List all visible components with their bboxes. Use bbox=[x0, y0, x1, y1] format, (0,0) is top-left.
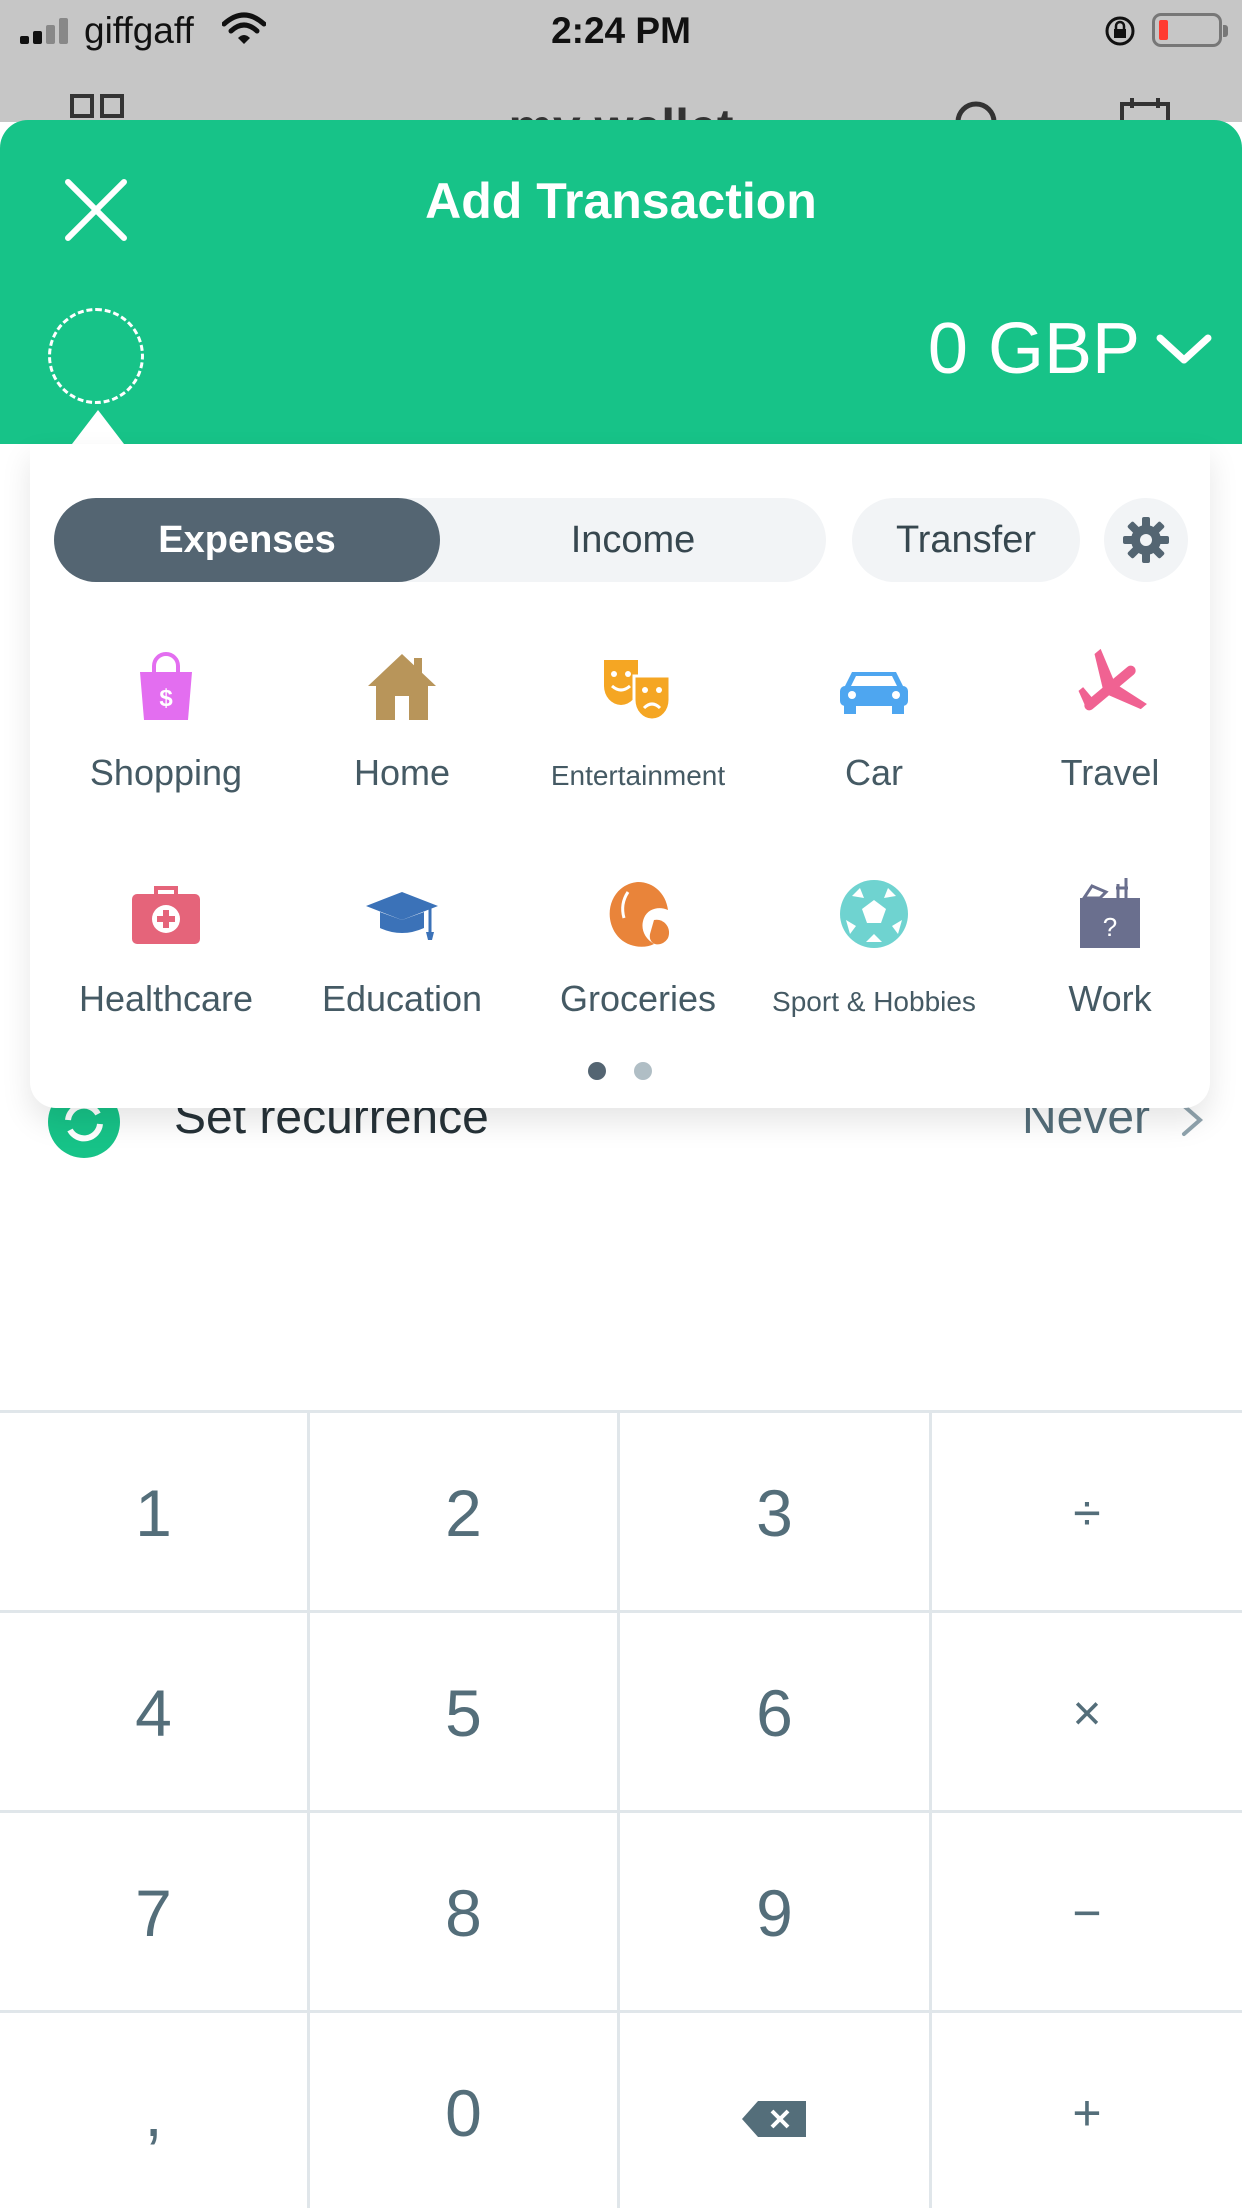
background-app-title: my wallet bbox=[0, 98, 1242, 122]
category-label: Travel bbox=[1060, 752, 1160, 793]
category-label: Groceries bbox=[559, 978, 717, 1019]
key-7[interactable]: 7 bbox=[0, 1813, 310, 2013]
key-2[interactable]: 2 bbox=[310, 1413, 620, 1613]
page-dot[interactable] bbox=[634, 1062, 653, 1080]
category-label: Work bbox=[1068, 978, 1152, 1019]
house-icon bbox=[368, 654, 436, 720]
popup-pointer bbox=[72, 410, 124, 444]
key-5[interactable]: 5 bbox=[310, 1613, 620, 1813]
category-label: Healthcare bbox=[78, 978, 254, 1019]
key-divide[interactable]: ÷ bbox=[932, 1413, 1242, 1613]
category-education[interactable]: Education bbox=[284, 874, 520, 1074]
category-sport-hobbies[interactable]: Sport & Hobbies bbox=[756, 874, 992, 1074]
category-label: Shopping bbox=[89, 752, 243, 793]
key-3[interactable]: 3 bbox=[620, 1413, 932, 1613]
soccer-ball-icon bbox=[840, 880, 908, 948]
battery-icon bbox=[1152, 13, 1228, 47]
category-car[interactable]: Car bbox=[756, 648, 992, 848]
background-app-header: my wallet bbox=[0, 62, 1242, 122]
chevron-down-icon bbox=[1156, 334, 1212, 364]
category-groceries[interactable]: Groceries bbox=[520, 874, 756, 1074]
page-indicator bbox=[30, 1062, 1210, 1085]
theater-masks-icon bbox=[604, 660, 672, 722]
amount-value: 0 GBP bbox=[927, 309, 1140, 389]
key-multiply[interactable]: × bbox=[932, 1613, 1242, 1813]
category-label: Entertainment bbox=[550, 760, 726, 791]
first-aid-kit-icon bbox=[132, 886, 200, 944]
key-8[interactable]: 8 bbox=[310, 1813, 620, 2013]
key-9[interactable]: 9 bbox=[620, 1813, 932, 2013]
tab-transfer[interactable]: Transfer bbox=[852, 498, 1080, 582]
key-6[interactable]: 6 bbox=[620, 1613, 932, 1813]
numeric-keypad: 123÷ 456× 789−,0⌫+ bbox=[0, 1410, 1242, 2208]
airplane-icon bbox=[1078, 648, 1147, 711]
svg-text:?: ? bbox=[1103, 912, 1117, 942]
gear-icon bbox=[1123, 517, 1169, 563]
category-shopping[interactable]: $ Shopping bbox=[48, 648, 284, 848]
tab-income[interactable]: Income bbox=[440, 498, 826, 582]
search-icon bbox=[955, 101, 997, 122]
key-1[interactable]: 1 bbox=[0, 1413, 310, 1613]
key-minus[interactable]: − bbox=[932, 1813, 1242, 2013]
shopping-bag-icon: $ bbox=[140, 652, 192, 720]
status-bar: giffgaff 2:24 PM bbox=[0, 0, 1242, 62]
category-travel[interactable]: Travel bbox=[992, 648, 1228, 848]
backspace-icon bbox=[741, 2100, 806, 2137]
amount-currency-selector[interactable]: 0 GBP bbox=[928, 308, 1212, 390]
key-0[interactable]: 0 bbox=[310, 2013, 620, 2208]
category-label: Sport & Hobbies bbox=[772, 986, 976, 1017]
key-comma[interactable]: , bbox=[0, 2013, 310, 2208]
category-work[interactable]: ? Work bbox=[992, 874, 1228, 1074]
rotation-lock-icon bbox=[1105, 16, 1135, 46]
category-home[interactable]: Home bbox=[284, 648, 520, 848]
car-icon bbox=[840, 672, 908, 714]
category-label: Car bbox=[844, 752, 903, 793]
add-transaction-header: Add Transaction 0 GBP bbox=[0, 120, 1242, 444]
category-selector-popup: Expenses Income Transfer $ Shopping Home… bbox=[30, 444, 1210, 1108]
category-healthcare[interactable]: Healthcare bbox=[48, 874, 284, 1074]
tab-expenses[interactable]: Expenses bbox=[54, 498, 440, 582]
graduation-cap-icon bbox=[366, 892, 438, 940]
transaction-type-toggle: Expenses Income bbox=[54, 498, 826, 582]
key-backspace[interactable]: ⌫ bbox=[620, 2013, 932, 2208]
page-title: Add Transaction bbox=[425, 173, 817, 229]
croissant-icon bbox=[609, 882, 670, 947]
category-picker-placeholder[interactable] bbox=[48, 308, 144, 404]
toolbox-icon: ? bbox=[1080, 878, 1140, 948]
key-plus[interactable]: + bbox=[932, 2013, 1242, 2208]
category-entertainment[interactable]: Entertainment bbox=[520, 648, 756, 848]
category-label: Home bbox=[353, 752, 451, 793]
category-label: Education bbox=[321, 978, 483, 1019]
key-4[interactable]: 4 bbox=[0, 1613, 310, 1813]
status-time: 2:24 PM bbox=[551, 10, 691, 51]
category-settings-button[interactable] bbox=[1104, 498, 1188, 582]
calendar-icon bbox=[1120, 98, 1170, 122]
page-dot-active[interactable] bbox=[587, 1062, 606, 1080]
svg-text:$: $ bbox=[159, 685, 173, 712]
